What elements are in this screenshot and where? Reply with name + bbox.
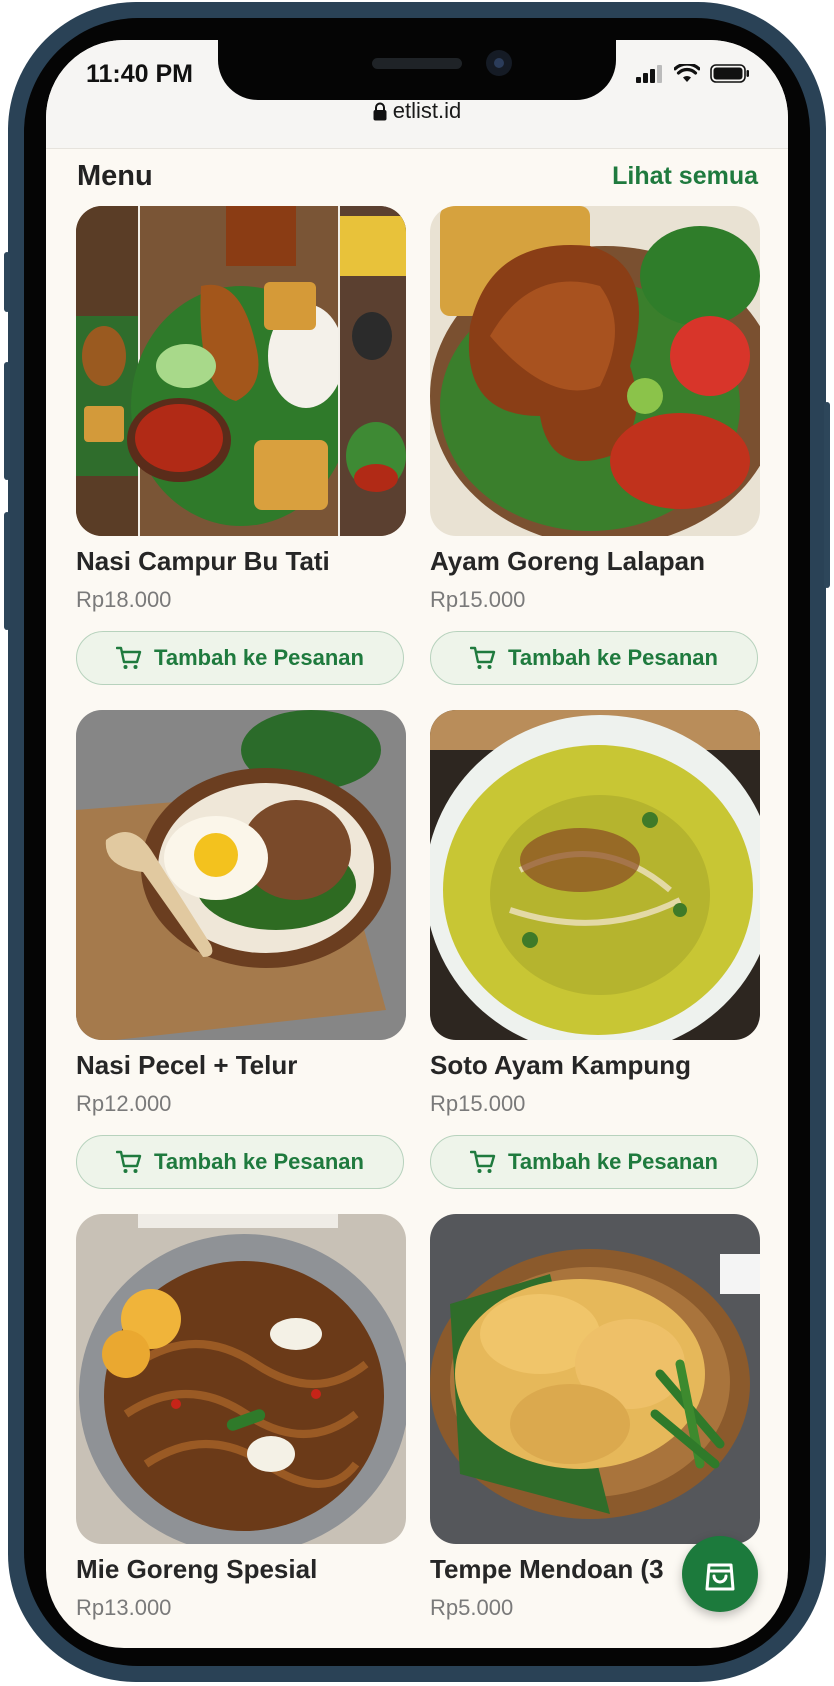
item-name: Soto Ayam Kampung xyxy=(430,1050,691,1080)
toolbar-divider xyxy=(46,148,788,149)
menu-card[interactable]: Nasi Pecel + Telur Rp12.000 Tambah ke Pe… xyxy=(76,710,406,1189)
menu-card[interactable]: Tempe Mendoan (3 Rp5.000 xyxy=(430,1214,760,1620)
add-to-order-label: Tambah ke Pesanan xyxy=(154,1149,364,1174)
menu-card[interactable]: Nasi Campur Bu Tati Rp18.000 Tambah ke P… xyxy=(76,206,406,685)
volume-down-button xyxy=(4,512,10,630)
silent-switch xyxy=(4,252,10,312)
item-name: Tempe Mendoan (3 xyxy=(430,1554,664,1584)
soto-ayam-photo[interactable] xyxy=(430,710,760,1040)
volume-up-button xyxy=(4,362,10,480)
add-to-order-button[interactable]: Tambah ke Pesanan xyxy=(430,631,758,685)
shopping-bag-icon xyxy=(705,1563,735,1591)
item-price: Rp15.000 xyxy=(430,587,526,612)
nasi-pecel-photo[interactable] xyxy=(76,710,406,1040)
power-button xyxy=(824,402,830,588)
menu-card[interactable]: Soto Ayam Kampung Rp15.000 Tambah ke Pes… xyxy=(430,710,760,1189)
menu-card[interactable]: Mie Goreng Spesial Rp13.000 xyxy=(76,1214,406,1620)
cart-icon xyxy=(470,646,496,669)
url-text: etlist.id xyxy=(392,98,462,123)
item-name: Nasi Campur Bu Tati xyxy=(76,546,330,576)
notch xyxy=(218,40,616,100)
item-name: Ayam Goreng Lalapan xyxy=(430,546,705,576)
wifi-icon xyxy=(674,64,700,82)
add-to-order-label: Tambah ke Pesanan xyxy=(508,1149,718,1174)
item-price: Rp18.000 xyxy=(76,587,172,612)
status-time: 11:40 PM xyxy=(86,60,194,88)
cellular-signal-icon xyxy=(636,64,662,83)
item-price: Rp15.000 xyxy=(430,1091,526,1116)
screen: 11:40 PM etlist.id Menu Lihat semua Nasi… xyxy=(46,40,788,1648)
cart-fab-button[interactable] xyxy=(682,1536,758,1612)
cart-icon xyxy=(116,646,142,669)
item-price: Rp12.000 xyxy=(76,1091,172,1116)
item-price: Rp5.000 xyxy=(430,1595,514,1620)
tempe-mendoan-photo[interactable] xyxy=(430,1214,760,1544)
lock-icon xyxy=(373,102,387,121)
add-to-order-label: Tambah ke Pesanan xyxy=(154,645,364,670)
url-bar[interactable]: etlist.id xyxy=(46,98,788,124)
nasi-campur-photo[interactable] xyxy=(76,206,406,536)
item-price: Rp13.000 xyxy=(76,1595,172,1620)
status-icons xyxy=(636,64,750,83)
earpiece-speaker xyxy=(372,58,462,69)
add-to-order-label: Tambah ke Pesanan xyxy=(508,645,718,670)
cart-icon xyxy=(470,1150,496,1173)
battery-icon xyxy=(710,64,749,83)
add-to-order-button[interactable]: Tambah ke Pesanan xyxy=(76,631,404,685)
item-name: Mie Goreng Spesial xyxy=(76,1554,318,1584)
mie-goreng-photo[interactable] xyxy=(76,1214,406,1544)
cart-icon xyxy=(116,1150,142,1173)
add-to-order-button[interactable]: Tambah ke Pesanan xyxy=(76,1135,404,1189)
front-camera xyxy=(486,50,512,76)
add-to-order-button[interactable]: Tambah ke Pesanan xyxy=(430,1135,758,1189)
item-name: Nasi Pecel + Telur xyxy=(76,1050,298,1080)
ayam-goreng-photo[interactable] xyxy=(430,206,760,536)
menu-card[interactable]: Ayam Goreng Lalapan Rp15.000 Tambah ke P… xyxy=(430,206,760,685)
menu-title: Menu xyxy=(77,160,153,192)
see-all-link[interactable]: Lihat semua xyxy=(612,162,758,191)
